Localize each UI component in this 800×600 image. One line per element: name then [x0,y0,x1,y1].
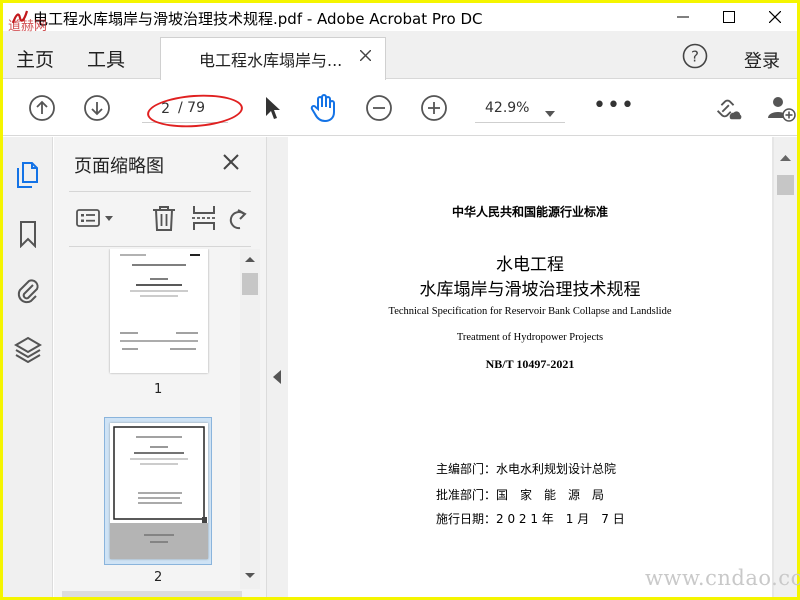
help-icon[interactable]: ? [682,43,708,69]
doc-standard-code: NB/T 10497-2021 [485,357,575,371]
page-up-icon[interactable] [27,93,57,123]
maximize-icon[interactable] [706,3,752,31]
panel-title: 页面缩略图 [74,156,164,177]
menu-row: 主页 工具 电工程水库塌岸与... ? 登录 [3,31,797,80]
doc-category: 中华人民共和国能源行业标准 [451,205,608,219]
thumbnail-options-icon[interactable] [74,204,118,232]
window-title: 电工程水库塌岸与滑坡治理技术规程.pdf - Adobe Acrobat Pro… [33,10,483,28]
layers-icon[interactable] [13,334,43,364]
thumbnail-page-2[interactable] [110,423,208,559]
bookmark-icon[interactable] [13,219,43,249]
menu-tools[interactable]: 工具 [87,45,125,72]
thumbnail-hscrollbar[interactable] [62,591,242,597]
thumbnail-list: 1 2 [59,249,241,594]
menu-home[interactable]: 主页 [16,45,54,72]
insert-page-icon[interactable] [190,204,218,232]
more-tools-button[interactable]: ••• [593,93,635,118]
doc-approver: 批准部门：国 家 能 源 局 [436,488,605,502]
collapse-panel-icon[interactable] [273,369,282,388]
doc-title-line1: 水电工程 [496,255,564,275]
zoom-select[interactable]: 42.9% [475,97,565,123]
tab-document-label: 电工程水库塌岸与... [199,51,343,70]
panel-toolbar [69,191,251,247]
tab-document[interactable]: 电工程水库塌岸与... [160,37,386,80]
share-link-icon[interactable] [712,93,742,123]
add-user-icon[interactable] [766,93,796,123]
doc-effective-date: 施行日期：2 0 2 1 年 1 月 7 日 [436,512,625,526]
title-bar: 电工程水库塌岸与滑坡治理技术规程.pdf - Adobe Acrobat Pro… [3,3,797,31]
thumbnail-page-1[interactable] [110,249,208,373]
doc-editor: 主编部门：水电水利规划设计总院 [436,462,617,476]
zoom-out-icon[interactable] [364,93,394,123]
page-thumbnails-icon[interactable] [13,160,43,190]
thumbnail-number: 2 [154,570,163,585]
panel-close-icon[interactable] [220,151,242,173]
close-icon[interactable] [752,3,797,31]
navigation-rail [3,137,53,597]
tab-close-icon[interactable] [359,46,372,65]
thumbnail-panel: 页面缩略图 1 2 [54,137,266,597]
attachment-icon[interactable] [13,275,43,305]
minimize-icon[interactable] [660,3,706,31]
doc-en-title-line2: Treatment of Hydropower Projects [456,332,604,343]
watermark: www.cndao.com [645,566,800,590]
chevron-down-icon [545,103,555,122]
panel-splitter[interactable] [266,137,288,597]
doc-title-line2: 水库塌岸与滑坡治理技术规程 [419,280,641,300]
zoom-value: 42.9% [485,100,530,116]
select-arrow-icon[interactable] [257,93,287,123]
document-scrollbar[interactable] [774,137,797,597]
thumbnail-scrollbar[interactable] [240,249,260,589]
doc-en-title-line1: Technical Specification for Reservoir Ba… [388,306,672,317]
document-viewer: 中华人民共和国能源行业标准 水电工程 水库塌岸与滑坡治理技术规程 Technic… [288,137,797,597]
document-page: 中华人民共和国能源行业标准 水电工程 水库塌岸与滑坡治理技术规程 Technic… [288,137,772,597]
acrobat-window: 电工程水库塌岸与滑坡治理技术规程.pdf - Adobe Acrobat Pro… [3,3,797,597]
page-down-icon[interactable] [82,93,112,123]
svg-text:?: ? [691,48,699,66]
rotate-icon[interactable] [225,204,253,232]
delete-icon[interactable] [150,204,178,232]
zoom-in-icon[interactable] [419,93,449,123]
thumbnail-number: 1 [154,382,163,397]
login-button[interactable]: 登录 [744,47,780,73]
logo-watermark: 道赫网 [8,19,48,34]
hand-tool-icon[interactable] [309,93,339,123]
toolbar: / 79 42.9% ••• [3,80,797,136]
